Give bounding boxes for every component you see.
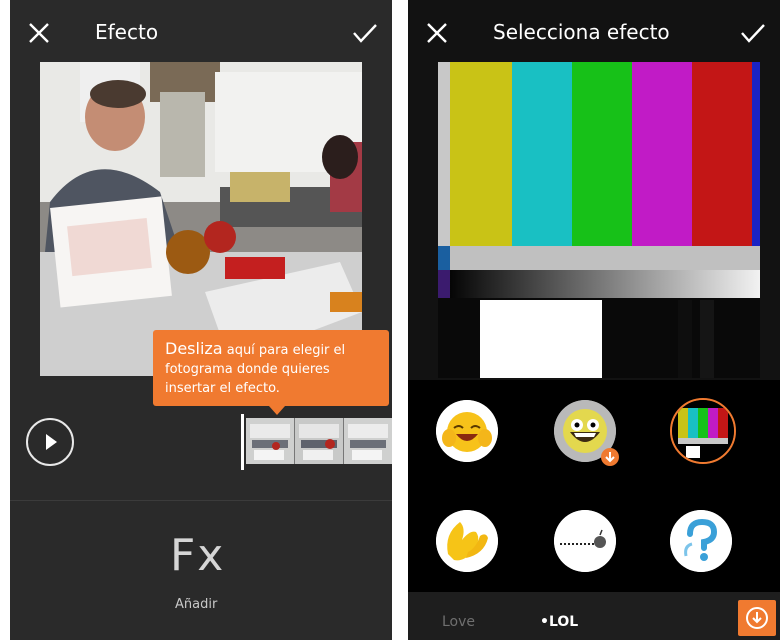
left-screen: Efecto Desliza aquí para elegir el fotog… — [10, 0, 392, 640]
close-icon[interactable] — [426, 22, 448, 44]
play-icon — [46, 434, 57, 450]
tab-love[interactable]: Love — [442, 614, 475, 630]
swipe-hint-tooltip: Desliza aquí para elegir el fotograma do… — [153, 330, 389, 415]
right-screen: Selecciona efecto Love •LOL — [408, 0, 780, 640]
timeline-cursor[interactable] — [241, 414, 244, 470]
sticker-question-mark[interactable] — [670, 510, 732, 572]
sticker-dotted-line-bomb[interactable] — [554, 510, 616, 572]
video-preview — [40, 62, 362, 376]
sticker-color-bars-selected[interactable] — [670, 398, 736, 464]
sticker-laughing-emoji[interactable] — [436, 400, 498, 462]
effect-preview-color-bars — [438, 62, 760, 378]
download-badge[interactable] — [601, 448, 619, 466]
office-photo — [40, 62, 362, 376]
screen-title: Efecto — [95, 20, 159, 44]
question-mark-icon — [670, 510, 732, 572]
download-button[interactable] — [738, 600, 776, 636]
color-bars-icon — [672, 400, 734, 462]
play-button[interactable] — [26, 418, 74, 466]
download-circle-icon — [746, 607, 768, 629]
dotted-line-icon — [554, 510, 616, 572]
laughing-emoji-icon — [436, 400, 498, 462]
check-icon[interactable] — [740, 22, 766, 44]
color-bars-image — [438, 62, 760, 378]
effect-sticker-panel — [408, 380, 780, 592]
fx-icon[interactable]: Fx — [170, 530, 225, 581]
screen-title: Selecciona efecto — [493, 20, 670, 44]
tab-lol[interactable]: •LOL — [540, 614, 578, 630]
top-bar: Efecto — [10, 0, 392, 62]
close-icon[interactable] — [28, 22, 50, 44]
clapping-hands-icon — [436, 510, 498, 572]
video-filmstrip[interactable] — [246, 418, 392, 464]
divider — [10, 500, 392, 501]
hint-strong-text: Desliza — [165, 339, 223, 358]
add-effect-label[interactable]: Añadir — [175, 597, 217, 612]
sticker-clapping-hands[interactable] — [436, 510, 498, 572]
top-bar: Selecciona efecto — [408, 0, 780, 62]
filmstrip-frames — [246, 418, 392, 464]
check-icon[interactable] — [352, 22, 378, 44]
download-arrow-icon — [605, 452, 615, 463]
